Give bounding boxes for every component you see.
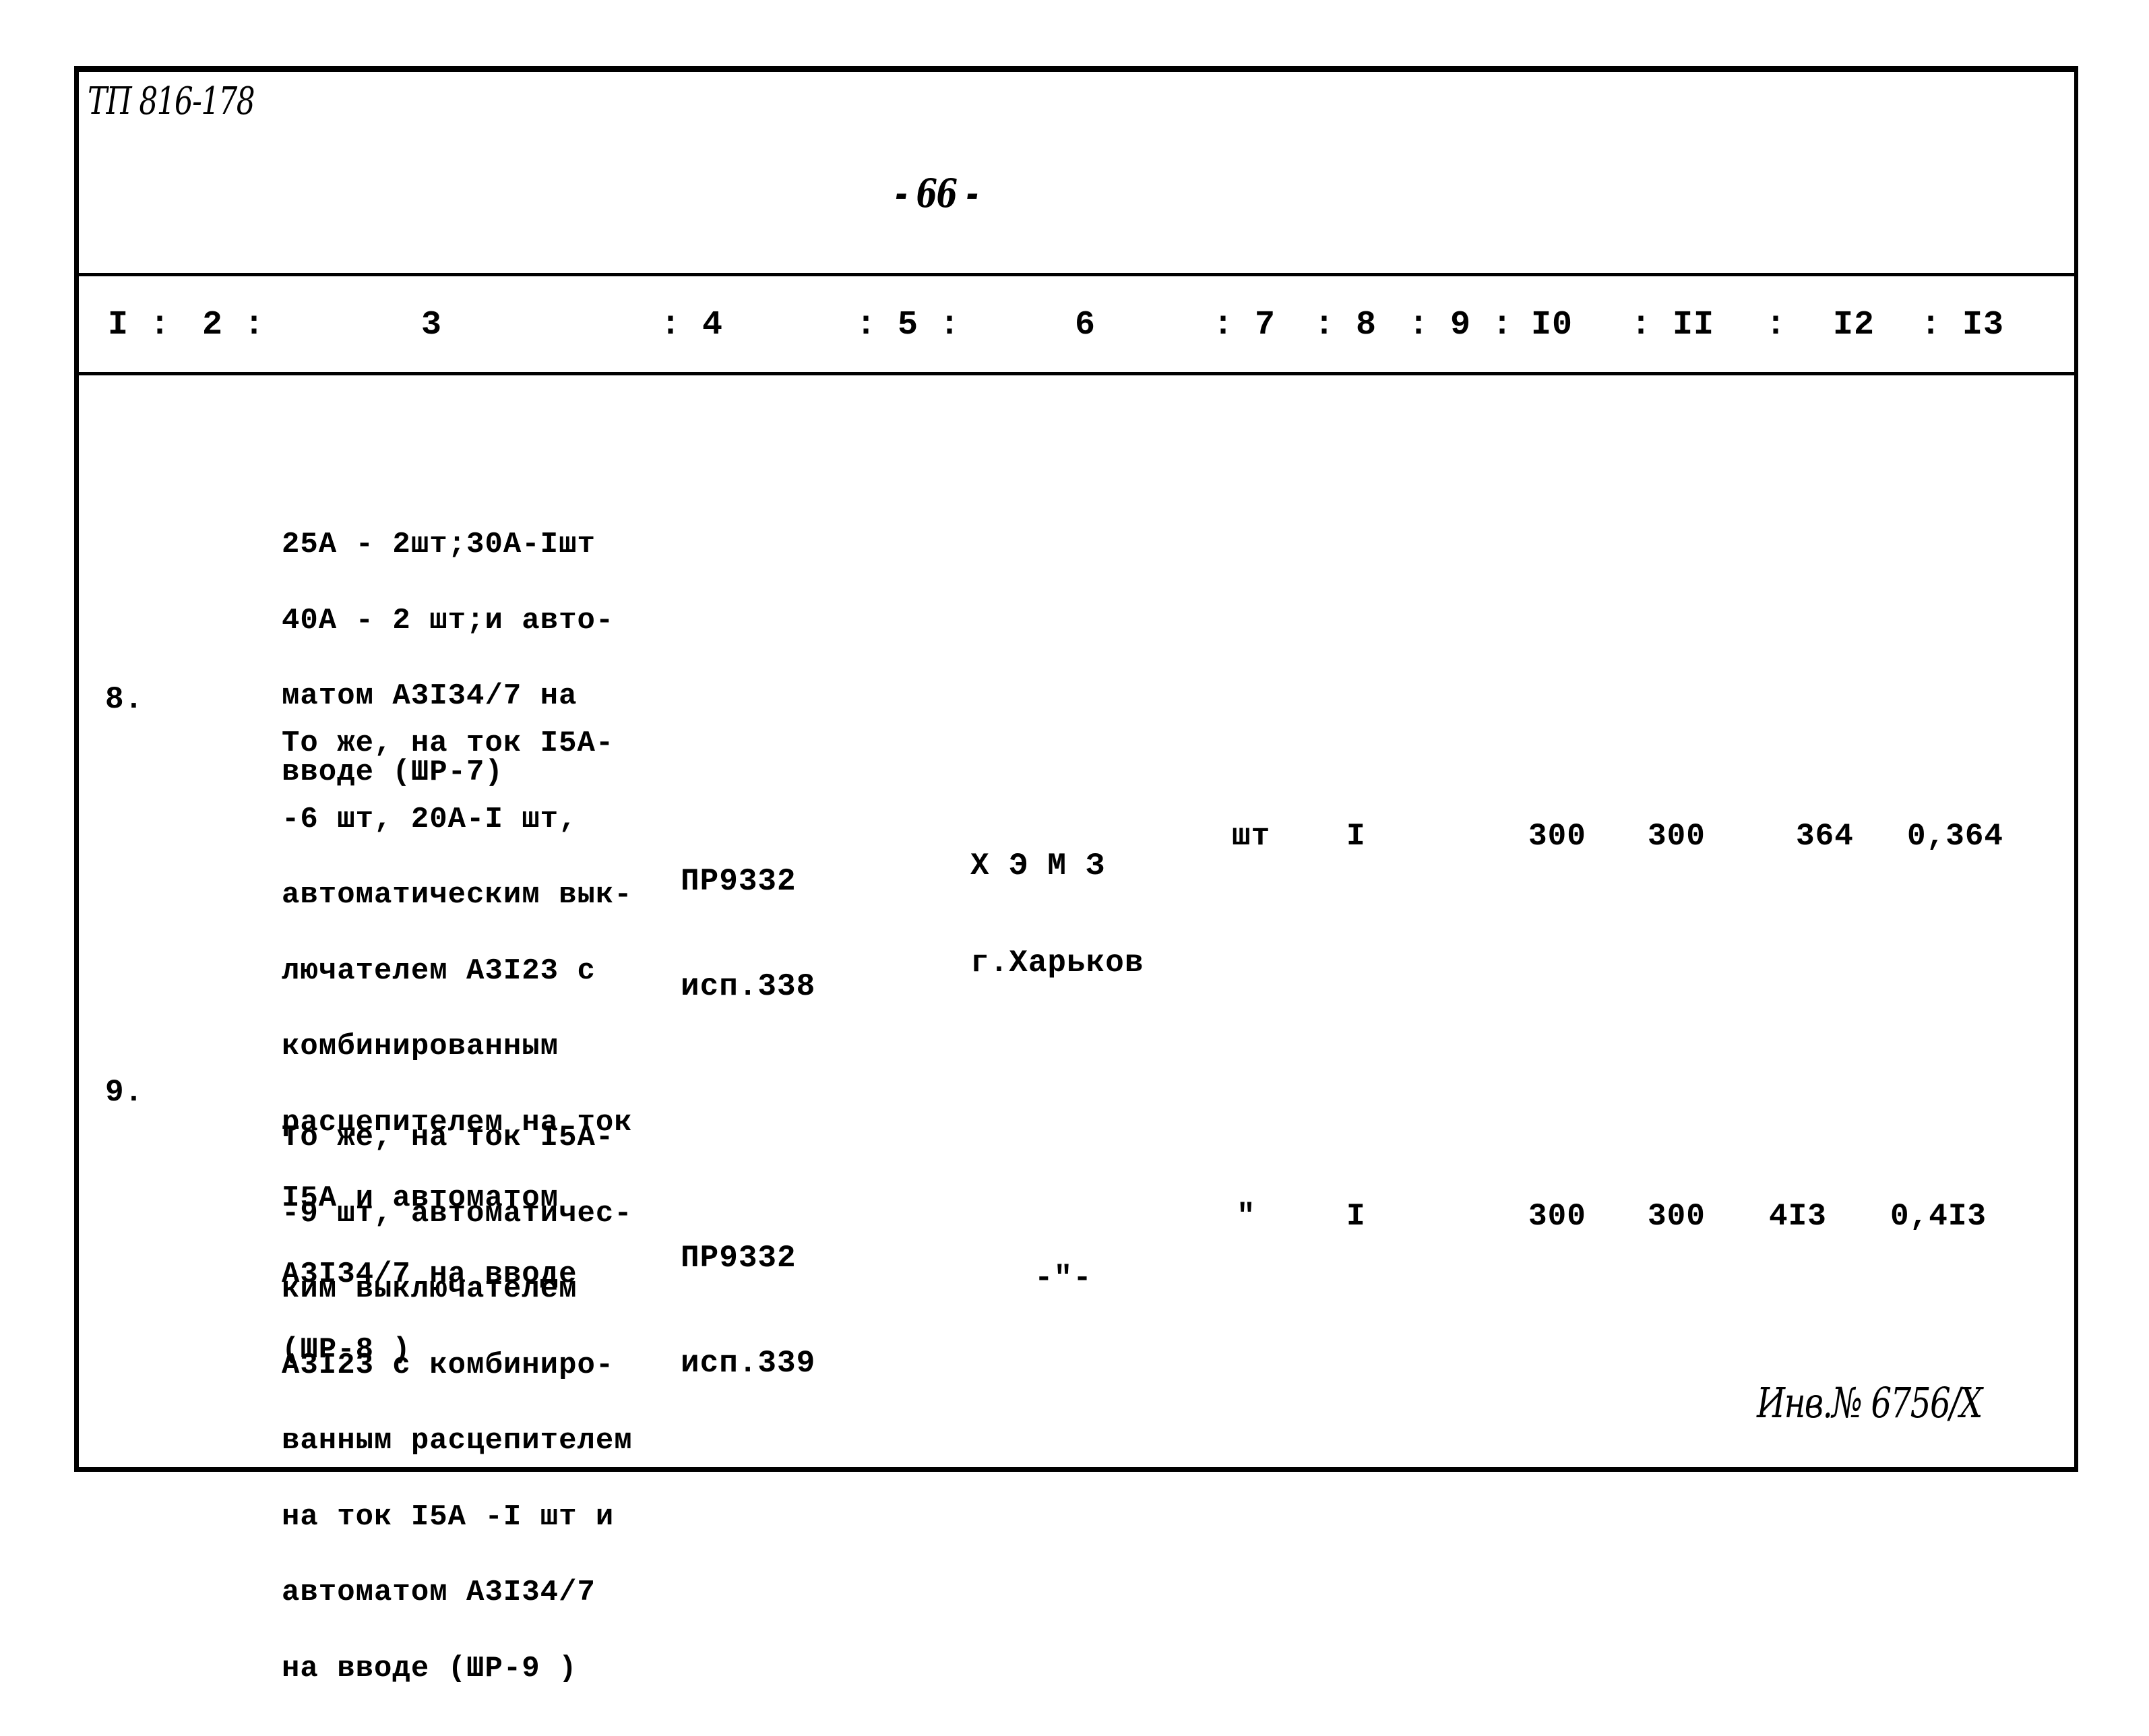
column-header-8: : 8 <box>1314 306 1377 344</box>
row-col10: 300 <box>1528 819 1586 854</box>
description-line: ким выключателем <box>282 1272 578 1306</box>
description-line: То же, на ток I5А- <box>282 726 615 760</box>
row-col11: 300 <box>1648 1199 1706 1234</box>
description-line: ванным расцепителем <box>282 1424 633 1458</box>
column-header-9: : 9 : <box>1408 306 1514 344</box>
inventory-number: Инв.№ 6756/X <box>1757 1378 1983 1427</box>
column-header-1: I : <box>108 306 171 344</box>
column-header-12: I2 <box>1833 306 1875 344</box>
row-quantity: I <box>1346 819 1366 854</box>
description-line: на ток I5А -I шт и <box>282 1499 615 1534</box>
description-line: 25А - 2шт;30А-Iшт <box>282 528 596 561</box>
row-type: ПР9332 исп.339 <box>681 1171 815 1451</box>
column-header-3: 3 <box>421 306 443 344</box>
description-line: лючателем А3I23 с <box>282 954 596 988</box>
row-quantity: I <box>1346 1199 1366 1234</box>
column-header-11: : II <box>1631 306 1715 344</box>
column-header-13: : I3 <box>1921 306 2005 344</box>
row-col11: 300 <box>1648 819 1706 854</box>
row-manufacturer: Х Э М З г.Харьков <box>970 785 1144 1044</box>
description-line: -9 шт, автоматичес- <box>282 1196 633 1231</box>
description-line: 40А - 2 шт;и авто- <box>282 603 615 638</box>
type-line: ПР9332 <box>681 864 797 899</box>
header-divider <box>74 273 2078 276</box>
row-unit: " <box>1237 1199 1256 1234</box>
manufacturer-line: -"- <box>1034 1261 1092 1296</box>
description-line: комбинированным <box>282 1030 559 1063</box>
description-line: То же, на ток I5А- <box>282 1121 615 1154</box>
row-description: То же, на ток I5А- -9 шт, автоматичес- к… <box>282 1075 633 1732</box>
column-header-6: 6 <box>1075 306 1096 344</box>
row-unit: шт <box>1232 819 1271 854</box>
column-header-10: I0 <box>1531 306 1574 344</box>
row-col12: 364 <box>1796 819 1854 854</box>
column-header-4: : 4 <box>660 306 724 344</box>
description-line: автоматом А3I34/7 <box>282 1576 596 1609</box>
description-line: А3I23 с комбиниро- <box>282 1348 615 1382</box>
manufacturer-line: г.Харьков <box>970 946 1144 981</box>
row-type: ПР9332 исп.338 <box>681 794 815 1074</box>
column-header-2: 2 : <box>202 306 266 344</box>
type-line: ПР9332 <box>681 1241 797 1276</box>
column-header-12-separator: : <box>1766 306 1787 344</box>
document-code: ТП 816-178 <box>88 80 255 123</box>
column-header-5: : 5 : <box>856 306 961 344</box>
row-col12: 4I3 <box>1769 1199 1827 1234</box>
row-col13: 0,364 <box>1907 819 2004 854</box>
column-header-divider <box>74 372 2078 375</box>
description-line: на вводе (ШР-9 ) <box>282 1651 578 1685</box>
type-line: исп.338 <box>681 969 816 1004</box>
row-col13: 0,4I3 <box>1890 1199 1987 1234</box>
description-line: -6 шт, 20А-I шт, <box>282 802 578 836</box>
manufacturer-line: Х Э М З <box>970 848 1106 884</box>
column-header-7: : 7 <box>1213 306 1276 344</box>
page-number: - 66 - <box>895 170 978 216</box>
description-line: автоматическим вык- <box>282 878 633 912</box>
row-col10: 300 <box>1528 1199 1586 1234</box>
type-line: исп.339 <box>681 1346 816 1381</box>
row-number: 8. <box>105 682 144 717</box>
row-manufacturer: -"- <box>1034 1201 1111 1356</box>
row-number: 9. <box>105 1075 144 1110</box>
